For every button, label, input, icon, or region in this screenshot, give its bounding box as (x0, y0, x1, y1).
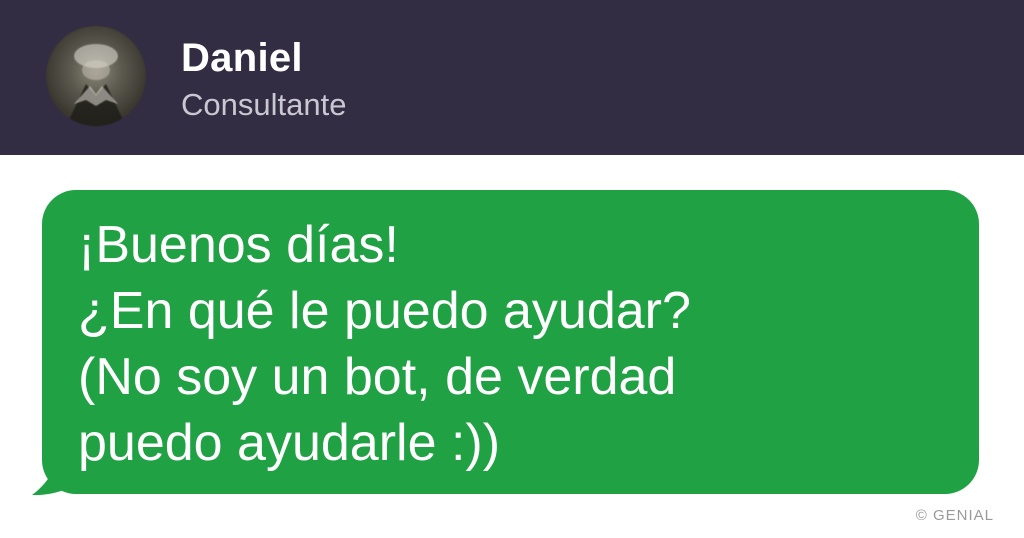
message-line: ¿En qué le puedo ayudar? (78, 282, 691, 340)
message-bubble[interactable]: ¡Buenos días! ¿En qué le puedo ayudar? (… (42, 190, 979, 494)
message-area: ¡Buenos días! ¿En qué le puedo ayudar? (… (0, 155, 1024, 538)
message-line: (No soy un bot, de verdad (78, 348, 677, 406)
contact-status: Consultante (181, 87, 347, 122)
chat-header: Daniel Consultante (0, 0, 1024, 155)
message-bubble-wrapper: ¡Buenos días! ¿En qué le puedo ayudar? (… (26, 190, 981, 500)
contact-name: Daniel (181, 36, 303, 80)
avatar-photo-icon (66, 44, 126, 126)
avatar[interactable] (46, 26, 146, 126)
watermark: © GENIAL (915, 507, 994, 524)
message-line: ¡Buenos días! (78, 216, 399, 274)
message-line: puedo ayudarle :)) (78, 414, 501, 472)
